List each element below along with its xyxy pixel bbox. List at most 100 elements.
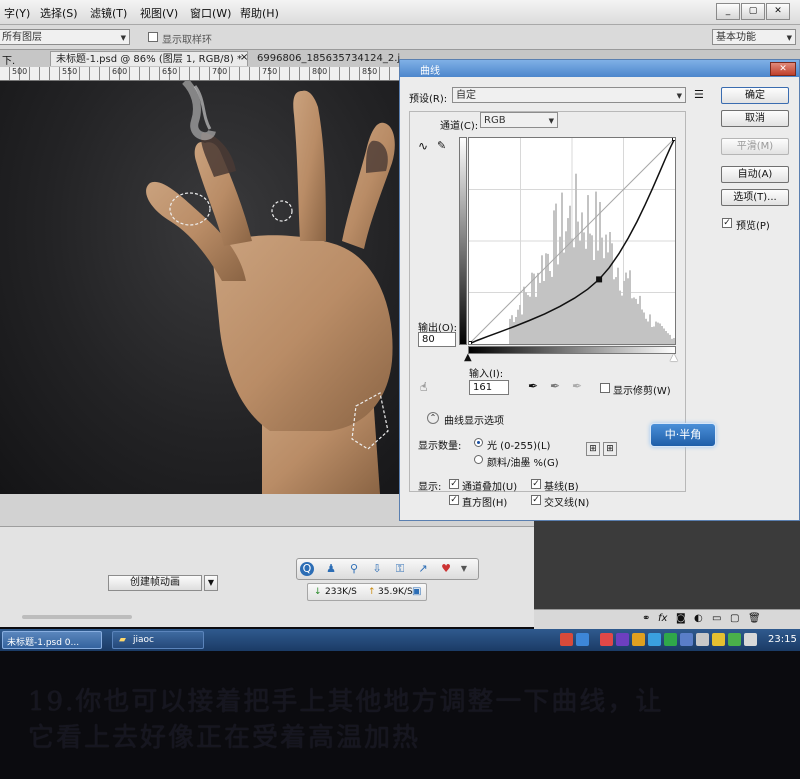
lock-icon[interactable]: ⚿: [393, 562, 407, 576]
histogram-bar: [593, 260, 595, 344]
user-icon[interactable]: ♟: [324, 562, 338, 576]
histogram-bar: [599, 202, 601, 344]
histogram-bar: [633, 297, 635, 344]
ok-button[interactable]: 确定: [721, 87, 789, 104]
timeline-scrollbar[interactable]: [22, 615, 132, 619]
gray-eyedropper-icon[interactable]: ✒: [550, 379, 560, 393]
white-point-slider[interactable]: ▲: [670, 352, 678, 363]
auto-button[interactable]: 自动(A): [721, 166, 789, 183]
new-layer-icon[interactable]: ▢: [730, 613, 739, 624]
shield-icon[interactable]: [712, 633, 725, 646]
channel-select[interactable]: RGB ▼: [480, 112, 558, 128]
menu-window[interactable]: 窗口(W): [190, 5, 231, 21]
adjustment-icon[interactable]: ◐: [694, 613, 703, 624]
output-field[interactable]: 80: [418, 332, 456, 347]
preset-menu-icon[interactable]: ☰: [694, 88, 704, 101]
pigment-radio-label: 颜料/油墨 %(G): [487, 458, 559, 469]
menu-type[interactable]: 字(Y): [4, 5, 30, 21]
curve-control-point[interactable]: [672, 135, 678, 141]
tab-jpg-image[interactable]: 6996806_185635734124_2.jpg @ 66.7% (RGB/…: [252, 51, 400, 66]
options-button[interactable]: 选项(T)...: [721, 189, 789, 206]
link-icon[interactable]: ⚭: [642, 613, 650, 624]
ck-icon[interactable]: [560, 633, 573, 646]
histogram-bar: [575, 173, 577, 344]
chevron-down-icon[interactable]: ▼: [457, 562, 471, 576]
preset-select[interactable]: 自定 ▼: [452, 87, 686, 103]
ruler-tick-label: 750: [262, 67, 278, 76]
tray-app-icon[interactable]: [616, 633, 629, 646]
histogram-bar: [587, 195, 589, 344]
show-clipping-checkbox[interactable]: [600, 383, 610, 393]
magnifier-icon[interactable]: ⚲: [347, 562, 361, 576]
tray-app-icon[interactable]: [600, 633, 613, 646]
histogram-bar: [573, 247, 575, 344]
app-icon[interactable]: ▣: [412, 586, 421, 597]
black-point-slider[interactable]: ▲: [464, 352, 472, 363]
curve-edit-icon[interactable]: ∿: [418, 139, 428, 153]
white-eyedropper-icon[interactable]: ✒: [572, 379, 582, 393]
channel-overlay-checkbox[interactable]: ✓: [449, 479, 459, 489]
close-app-button[interactable]: ✕: [766, 3, 790, 20]
hand-adjust-icon[interactable]: ☝: [420, 380, 427, 394]
grid-large-icon[interactable]: ⊞: [603, 442, 617, 456]
trash-icon[interactable]: 🗑: [748, 613, 761, 624]
create-frame-animation-button[interactable]: 创建帧动画: [108, 575, 202, 591]
tab-close-icon[interactable]: ×: [240, 52, 248, 63]
tray-app-icon[interactable]: [648, 633, 661, 646]
volume-icon[interactable]: [744, 633, 757, 646]
arrow-icon[interactable]: ↗: [416, 562, 430, 576]
menu-select[interactable]: 选择(S): [40, 5, 78, 21]
menu-filter[interactable]: 滤镜(T): [90, 5, 127, 21]
preview-checkbox[interactable]: ✓: [722, 218, 732, 228]
workspace-select[interactable]: 基本功能 ▼: [712, 29, 796, 45]
histogram-bar: [617, 267, 619, 344]
download-icon[interactable]: ⇩: [370, 562, 384, 576]
grid-small-icon[interactable]: ⊞: [586, 442, 600, 456]
tray-app-icon[interactable]: [632, 633, 645, 646]
ime-badge[interactable]: 中·半角: [650, 423, 716, 447]
restore-button[interactable]: ▢: [741, 3, 765, 20]
curve-control-point[interactable]: [596, 276, 603, 283]
fx-icon[interactable]: fx: [658, 613, 667, 624]
keyboard-icon[interactable]: [576, 633, 589, 646]
curves-dialog: 曲线 ✕ 预设(R): 自定 ▼ ☰ 通道(C): RGB ▼ ∿ ✎ ▲ ▲ …: [399, 59, 800, 521]
taskbar-item-folder[interactable]: ▰ jiaoc: [112, 631, 204, 649]
mask-icon[interactable]: ◙: [676, 613, 686, 624]
folder-icon[interactable]: ▭: [712, 613, 721, 624]
pigment-radio[interactable]: [474, 455, 483, 464]
security-icon[interactable]: [728, 633, 741, 646]
collapse-icon[interactable]: ⌃: [427, 412, 439, 424]
tab-untitled-psd[interactable]: 未标题-1.psd @ 86% (图层 1, RGB/8) *: [50, 51, 248, 66]
smooth-button[interactable]: 平滑(M): [721, 138, 789, 155]
curve-graph-svg: [466, 135, 678, 347]
tray-app-icon[interactable]: [680, 633, 693, 646]
input-field[interactable]: 161: [469, 380, 509, 395]
chevron-down-icon[interactable]: ▼: [204, 575, 218, 591]
network-icon[interactable]: [696, 633, 709, 646]
curve-control-point[interactable]: [466, 341, 472, 347]
tray-app-icon[interactable]: [664, 633, 677, 646]
pin-icon[interactable]: ♥: [439, 562, 453, 576]
light-radio[interactable]: [474, 438, 483, 447]
black-eyedropper-icon[interactable]: ✒: [528, 379, 538, 393]
dialog-titlebar[interactable]: 曲线 ✕: [400, 60, 799, 77]
horizontal-ruler: 500 550 600 650 700 750 800 850: [0, 67, 400, 81]
menu-help[interactable]: 帮助(H): [240, 5, 279, 21]
cancel-button[interactable]: 取消: [721, 110, 789, 127]
curve-graph[interactable]: [466, 135, 678, 347]
taskbar-item-photoshop[interactable]: 未标题-1.psd 0...: [2, 631, 102, 649]
close-icon[interactable]: ✕: [770, 62, 796, 76]
intersection-checkbox[interactable]: ✓: [531, 495, 541, 505]
show-sampling-ring-checkbox[interactable]: [148, 32, 158, 42]
sample-layers-select[interactable]: 所有图层 ▼: [0, 29, 130, 45]
menu-view[interactable]: 视图(V): [140, 5, 178, 21]
histogram-checkbox[interactable]: ✓: [449, 495, 459, 505]
histogram-bar: [641, 309, 643, 344]
document-canvas[interactable]: [0, 81, 400, 494]
histogram-bar: [669, 334, 671, 344]
histogram-bar: [541, 255, 543, 344]
pencil-icon[interactable]: ✎: [437, 139, 446, 152]
baseline-checkbox[interactable]: ✓: [531, 479, 541, 489]
search-icon[interactable]: Q: [300, 562, 314, 576]
minimize-button[interactable]: _: [716, 3, 740, 20]
